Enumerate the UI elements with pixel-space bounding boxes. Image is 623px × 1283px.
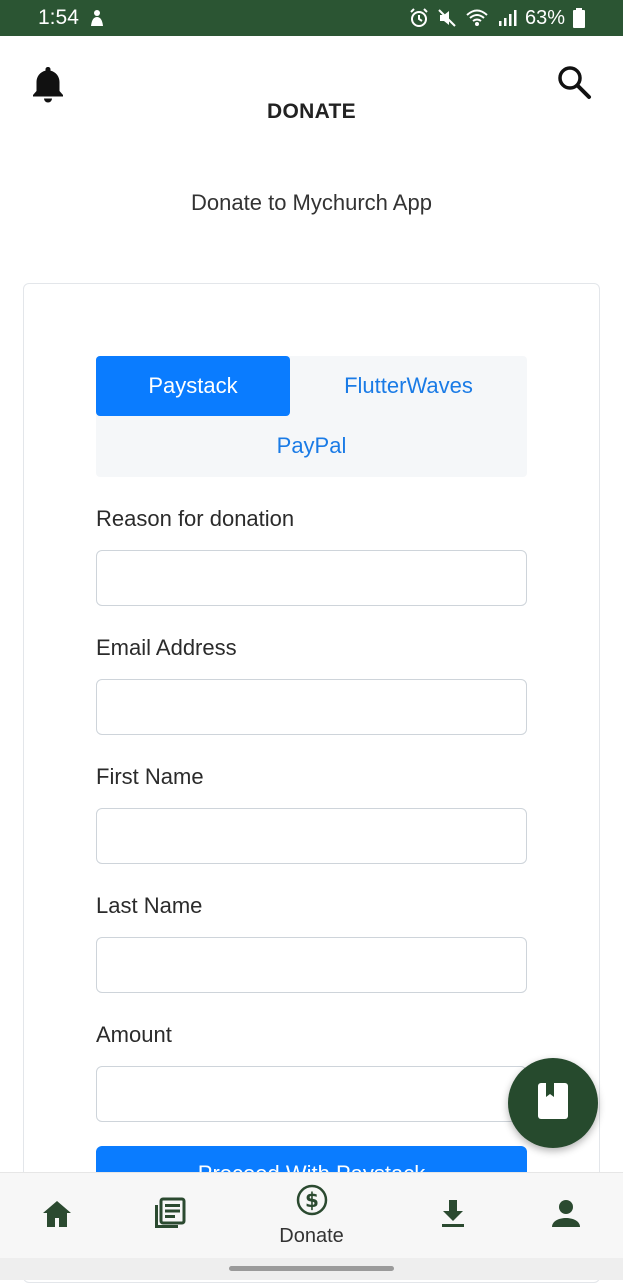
amount-label: Amount bbox=[96, 1022, 172, 1047]
nav-articles[interactable] bbox=[134, 1173, 204, 1259]
amount-input[interactable] bbox=[96, 1066, 527, 1122]
payment-method-tabs: Paystack FlutterWaves PayPal bbox=[96, 356, 527, 477]
page-subtitle: Donate to Mychurch App bbox=[191, 190, 432, 215]
book-icon bbox=[536, 1081, 570, 1126]
email-input[interactable] bbox=[96, 679, 527, 735]
reason-input[interactable] bbox=[96, 550, 527, 606]
page-title: DONATE bbox=[267, 100, 356, 123]
battery-icon bbox=[573, 8, 585, 28]
first-name-label: First Name bbox=[96, 764, 204, 789]
last-name-input[interactable] bbox=[96, 937, 527, 993]
status-right: 63% bbox=[409, 7, 585, 30]
silhouette-icon bbox=[89, 9, 105, 27]
nav-profile[interactable] bbox=[531, 1173, 601, 1259]
nav-downloads[interactable] bbox=[418, 1173, 488, 1259]
nav-home[interactable] bbox=[22, 1173, 92, 1259]
articles-icon bbox=[152, 1197, 186, 1236]
email-label: Email Address bbox=[96, 635, 237, 660]
svg-text:$: $ bbox=[305, 1188, 319, 1212]
battery-text: 63% bbox=[524, 6, 565, 29]
wifi-icon bbox=[465, 8, 489, 28]
fab-button[interactable] bbox=[508, 1058, 598, 1148]
download-icon bbox=[439, 1198, 467, 1235]
status-bar: 1:54 63% bbox=[0, 0, 623, 36]
nav-donate[interactable]: $ Donate bbox=[260, 1173, 363, 1259]
app-header: DONATE bbox=[0, 36, 623, 146]
home-icon bbox=[41, 1199, 73, 1234]
tab-paystack[interactable]: Paystack bbox=[96, 356, 290, 416]
reason-label: Reason for donation bbox=[96, 506, 295, 531]
alarm-icon bbox=[409, 8, 429, 28]
nav-donate-label: Donate bbox=[279, 1225, 344, 1247]
status-left: 1:54 bbox=[38, 6, 105, 30]
bell-icon[interactable] bbox=[30, 64, 66, 104]
status-time: 1:54 bbox=[38, 6, 79, 29]
person-icon bbox=[551, 1199, 581, 1234]
dollar-circle-icon: $ bbox=[296, 1184, 328, 1221]
tab-paypal[interactable]: PayPal bbox=[96, 416, 527, 476]
home-gesture-bar[interactable] bbox=[229, 1266, 394, 1271]
bottom-navigation: $ Donate bbox=[0, 1172, 623, 1258]
search-icon[interactable] bbox=[556, 64, 592, 100]
signal-icon bbox=[497, 8, 517, 28]
last-name-label: Last Name bbox=[96, 893, 203, 918]
tab-flutterwaves[interactable]: FlutterWaves bbox=[290, 356, 527, 416]
gesture-area bbox=[0, 1258, 623, 1280]
mute-icon bbox=[437, 8, 457, 28]
first-name-input[interactable] bbox=[96, 808, 527, 864]
